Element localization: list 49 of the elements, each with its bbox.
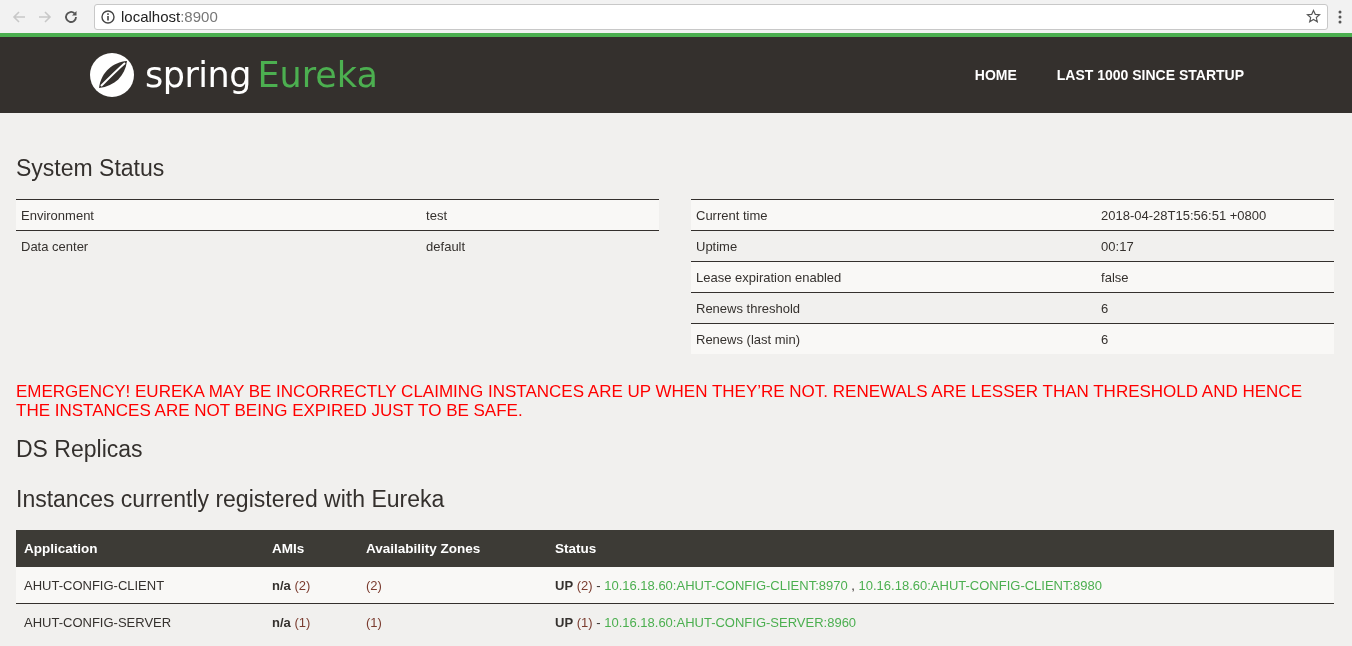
status-text: UP xyxy=(555,577,574,593)
count-text: (1) xyxy=(366,614,382,630)
application-name: AHUT-CONFIG-CLIENT xyxy=(16,567,264,604)
count-text: (2) xyxy=(576,577,593,593)
leaf-logo-icon xyxy=(89,52,135,98)
menu-icon[interactable] xyxy=(1338,9,1342,24)
info-icon[interactable] xyxy=(101,9,115,24)
table-cell: 6 xyxy=(1096,292,1334,324)
ami-text: n/a xyxy=(272,577,291,593)
table-cell: Environment xyxy=(16,199,422,231)
table-cell: default xyxy=(421,230,659,261)
table-cell: false xyxy=(1096,261,1334,293)
status-text: UP xyxy=(555,614,574,630)
section-title: DS Replicas xyxy=(16,435,144,464)
table-cell: Data center xyxy=(16,230,422,261)
section-title: System Status xyxy=(16,154,166,183)
table-cell: 2018-04-28T15:56:51 +0800 xyxy=(1096,199,1334,231)
count-text: (1) xyxy=(576,614,593,630)
count-text: (2) xyxy=(366,577,382,593)
dash-text: - xyxy=(596,614,601,630)
address-bar[interactable]: localhost:8900 xyxy=(94,3,1328,30)
nav-link[interactable]: LAST 1000 SINCE STARTUP xyxy=(1056,67,1244,83)
application-name: AHUT-CONFIG-SERVER xyxy=(16,603,264,640)
separator-text: , xyxy=(851,577,855,593)
url-port: :8900 xyxy=(180,8,218,25)
column-header: Application xyxy=(16,530,264,567)
column-header: Status xyxy=(547,530,1334,567)
star-icon[interactable] xyxy=(1306,9,1321,24)
count-text: (2) xyxy=(294,577,311,593)
emergency-warning: EMERGENCY! EUREKA MAY BE INCORRECTLY CLAIMING INSTANCES ARE UP WHEN THEY’RE NOT. RENEWALS ARE LESSER THAN THRESHOLD AND HENCE THE INSTANCES ARE NOT BEING EXPIRED JUST TO BE SAFE. xyxy=(16,382,1303,420)
section-title: Instances currently registered with Eureka xyxy=(16,485,446,514)
table-cell: Lease expiration enabled xyxy=(691,261,1097,293)
product-name: Eureka xyxy=(257,55,378,95)
table-cell: test xyxy=(421,199,659,231)
table-cell: Renews (last min) xyxy=(691,323,1097,354)
ami-text: n/a xyxy=(272,614,291,630)
column-header: Availability Zones xyxy=(358,530,547,567)
brand-name: spring xyxy=(145,55,251,95)
table-cell: Uptime xyxy=(691,230,1097,262)
table-cell: Current time xyxy=(691,199,1097,231)
column-header: AMIs xyxy=(264,530,358,567)
url-host: localhost xyxy=(121,8,181,25)
nav-link[interactable]: HOME xyxy=(974,67,1017,83)
dash-text: - xyxy=(596,577,601,593)
table-cell: 00:17 xyxy=(1096,230,1334,262)
reload-icon[interactable] xyxy=(64,9,78,24)
count-text: (1) xyxy=(294,614,311,630)
table-cell: 6 xyxy=(1096,323,1334,354)
table-cell: Renews threshold xyxy=(691,292,1097,324)
